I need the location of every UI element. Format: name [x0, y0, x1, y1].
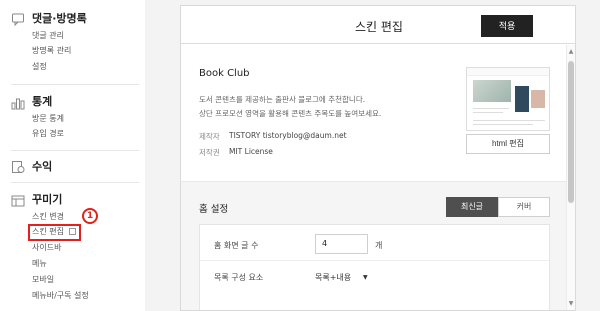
sidebar-item-menu[interactable]: 메뉴 — [32, 259, 47, 269]
skin-name: Book Club — [199, 68, 250, 79]
scrollbar-thumb[interactable] — [568, 61, 574, 203]
panel-header: 스킨 편집 적용 — [181, 6, 575, 44]
scroll-down-icon[interactable]: ▼ — [567, 300, 575, 308]
sidebar-section-title[interactable]: 꾸미기 — [32, 193, 62, 207]
home-settings-title: 홈 설정 — [199, 204, 229, 215]
sidebar-item-guestbook-manage[interactable]: 방명록 관리 — [32, 46, 71, 56]
divider — [200, 260, 549, 261]
layout-icon — [11, 195, 25, 207]
sidebar-section-title[interactable]: 댓글·방명록 — [32, 12, 87, 26]
divider — [11, 84, 139, 85]
list-config-select[interactable]: 목록+내용 — [315, 272, 351, 283]
skin-description-line: 상단 프로모션 영역을 활용해 콘텐츠 주목도를 높여보세요. — [199, 109, 382, 118]
post-count-label: 홈 화면 글 수 — [214, 241, 259, 250]
sidebar-item-mobile[interactable]: 모바일 — [32, 275, 54, 285]
preview-book-cover — [515, 86, 529, 112]
highlight-box — [28, 224, 81, 241]
sidebar-item-referrer[interactable]: 유입 경로 — [32, 129, 64, 139]
tab-latest-posts[interactable]: 최신글 — [446, 197, 498, 217]
html-edit-button[interactable]: html 편집 — [466, 134, 550, 154]
divider — [11, 150, 139, 151]
meta-value-license: MIT License — [229, 147, 273, 156]
meta-value-author: TISTORY tistoryblog@daum.net — [229, 131, 347, 140]
tab-cover[interactable]: 커버 — [498, 197, 550, 217]
sidebar-section-title[interactable]: 통계 — [32, 95, 52, 109]
apply-button[interactable]: 적용 — [481, 15, 533, 37]
preview-text-line — [473, 124, 533, 125]
post-count-input[interactable]: 4 — [315, 234, 368, 254]
sidebar: 댓글·방명록 댓글 관리 방명록 관리 설정 통계 방문 통계 유입 경로 수익… — [0, 0, 145, 311]
list-config-label: 목록 구성 요소 — [214, 273, 264, 282]
skin-edit-panel: 스킨 편집 적용 Book Club 도서 콘텐츠를 제공하는 출판사 블로그에… — [180, 5, 576, 311]
comment-icon — [12, 13, 24, 26]
scroll-up-icon[interactable]: ▲ — [567, 48, 575, 56]
step-number-badge: 1 — [82, 208, 98, 224]
sidebar-item-menubar-subscribe[interactable]: 메뉴바/구독 설정 — [32, 291, 89, 301]
preview-book-cover — [531, 90, 545, 108]
preview-topbar — [467, 68, 549, 76]
sidebar-item-skin-change[interactable]: 스킨 변경 — [32, 212, 64, 222]
post-count-unit: 개 — [375, 241, 383, 250]
meta-label-author: 제작자 — [199, 132, 220, 141]
sidebar-item-settings[interactable]: 설정 — [32, 62, 47, 72]
skin-description-line: 도서 콘텐츠를 제공하는 출판사 블로그에 추천합니다. — [199, 95, 366, 104]
sidebar-section-title[interactable]: 수익 — [32, 160, 52, 174]
preview-text-line — [473, 112, 503, 113]
home-settings-card: 홈 화면 글 수 4 개 목록 구성 요소 목록+내용 ▼ — [199, 224, 550, 310]
bar-chart-icon — [11, 98, 25, 110]
sidebar-item-comment-manage[interactable]: 댓글 관리 — [32, 31, 64, 41]
chevron-down-icon[interactable]: ▼ — [363, 274, 368, 281]
revenue-icon — [12, 161, 25, 173]
preview-text-line — [473, 108, 509, 109]
sidebar-item-sidebar[interactable]: 사이드바 — [32, 243, 61, 253]
meta-label-license: 저작권 — [199, 148, 220, 157]
preview-banner — [473, 80, 511, 102]
sidebar-item-visit-stats[interactable]: 방문 통계 — [32, 114, 64, 124]
divider — [11, 182, 139, 183]
preview-text-line — [473, 120, 545, 121]
skin-preview-thumbnail — [466, 67, 550, 131]
